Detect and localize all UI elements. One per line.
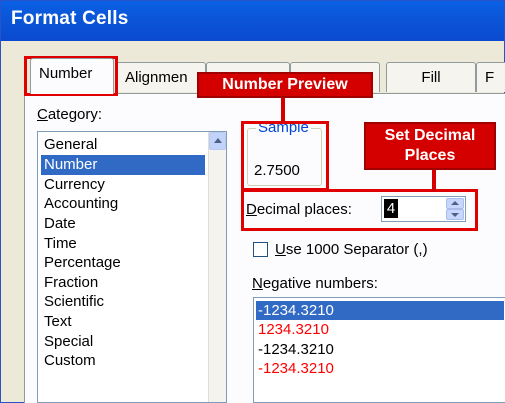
negative-numbers-list[interactable]: -1234.3210 1234.3210 -1234.3210 -1234.32… (253, 297, 505, 403)
set-decimal-line-1: Set Decimal (384, 127, 476, 144)
scroll-up-icon[interactable] (209, 132, 226, 150)
use-1000-separator-label: Use 1000 Separator (,) (275, 241, 428, 258)
set-decimal-places-callout: Set Decimal Places (364, 122, 496, 170)
number-preview-callout: Number Preview (197, 72, 373, 98)
list-item-fraction[interactable]: Fraction (41, 273, 205, 293)
list-item-number[interactable]: Number (41, 155, 205, 175)
list-item-date[interactable]: Date (41, 214, 205, 234)
list-item-text[interactable]: Text (41, 312, 205, 332)
negative-option-2[interactable]: 1234.3210 (256, 320, 504, 339)
negative-option-3[interactable]: -1234.3210 (256, 340, 504, 359)
tab-protection[interactable]: F (476, 62, 505, 92)
list-item-accounting[interactable]: Accounting (41, 194, 205, 214)
spin-up-icon[interactable] (446, 198, 464, 209)
tab-fill[interactable]: Fill (386, 62, 476, 92)
list-item-special[interactable]: Special (41, 332, 205, 352)
list-item-percentage[interactable]: Percentage (41, 253, 205, 273)
list-item-custom[interactable]: Custom (41, 351, 205, 371)
negative-option-1[interactable]: -1234.3210 (256, 301, 504, 320)
set-decimal-pointer (432, 170, 436, 192)
negative-numbers-label: Negative numbers: (252, 275, 378, 292)
category-label: Category: (37, 106, 103, 123)
title-bar[interactable]: Format Cells (1, 1, 504, 41)
list-item-time[interactable]: Time (41, 234, 205, 254)
decimal-places-label: Decimal places: (246, 201, 352, 218)
decimal-places-input[interactable]: 4 (384, 199, 398, 218)
use-1000-separator-checkbox[interactable] (253, 242, 268, 257)
category-scrollbar[interactable] (208, 132, 226, 402)
list-item-general[interactable]: General (41, 135, 205, 155)
dialog-title: Format Cells (11, 8, 129, 29)
list-item-scientific[interactable]: Scientific (41, 292, 205, 312)
category-list[interactable]: General Number Currency Accounting Date … (37, 131, 227, 403)
list-item-currency[interactable]: Currency (41, 175, 205, 195)
tab-number[interactable]: Number (30, 58, 114, 94)
negative-option-4[interactable]: -1234.3210 (256, 359, 504, 378)
sample-value: 2.7500 (254, 162, 300, 179)
number-preview-pointer (281, 96, 285, 122)
sample-group: Sample 2.7500 (247, 119, 322, 186)
spinner-buttons (446, 198, 464, 220)
spin-down-icon[interactable] (446, 209, 464, 220)
set-decimal-line-2: Places (404, 147, 456, 164)
tab-alignment[interactable]: Alignmen (116, 62, 206, 92)
decimal-places-spinner[interactable]: 4 (381, 196, 466, 222)
